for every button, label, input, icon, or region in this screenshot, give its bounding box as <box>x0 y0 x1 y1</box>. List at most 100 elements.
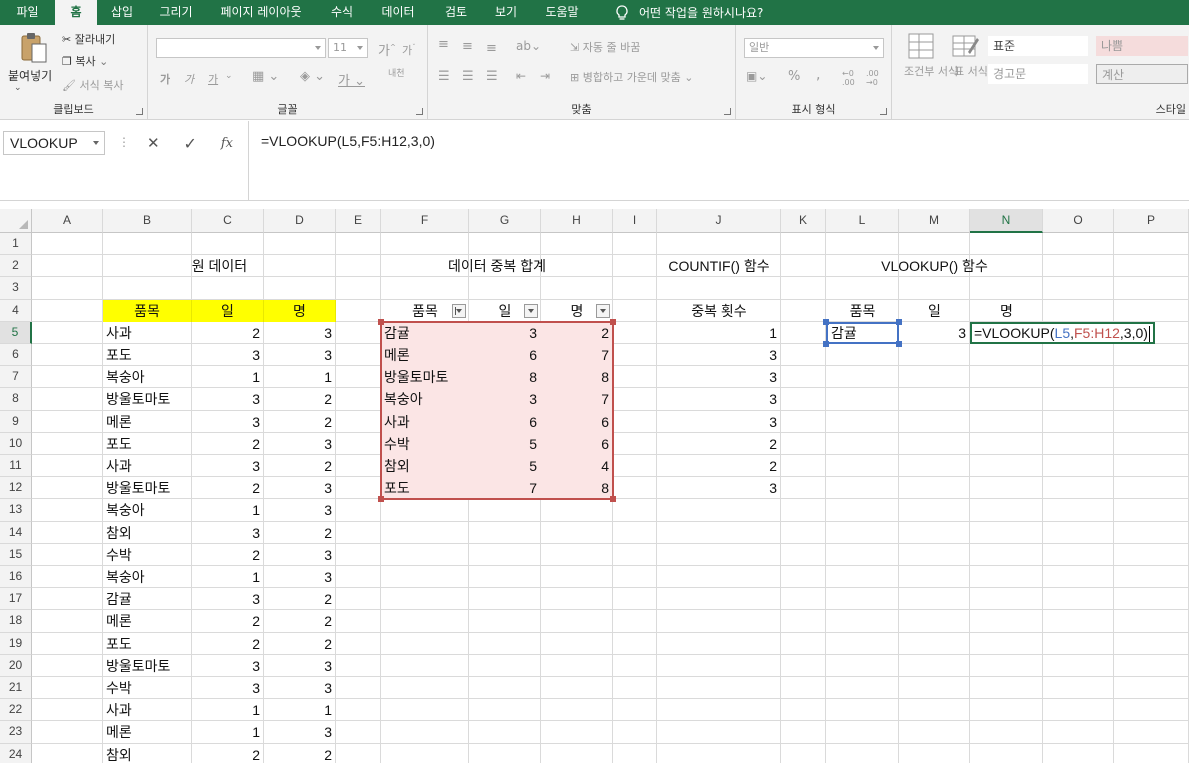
range-resize-handle[interactable] <box>610 496 616 503</box>
grid-cell[interactable] <box>32 366 103 389</box>
row-header-22[interactable]: 22 <box>0 699 32 722</box>
grid-cell[interactable] <box>541 743 613 763</box>
grid-cell[interactable] <box>781 521 826 544</box>
grid-cell[interactable] <box>381 233 469 256</box>
grid-cell[interactable] <box>613 499 657 522</box>
source-day[interactable]: 3 <box>192 522 264 544</box>
font-launcher-icon[interactable] <box>416 108 423 115</box>
grid-cell[interactable] <box>1114 566 1189 589</box>
grid-cell[interactable] <box>336 233 381 256</box>
grid-cell[interactable] <box>32 588 103 611</box>
source-people[interactable]: 3 <box>264 433 336 455</box>
source-people[interactable]: 3 <box>264 344 336 366</box>
grid-cell[interactable] <box>336 654 381 677</box>
grid-cell[interactable] <box>899 277 970 300</box>
grid-cell[interactable] <box>613 410 657 433</box>
grid-cell[interactable] <box>469 743 541 763</box>
grid-cell[interactable] <box>1043 277 1114 300</box>
grid-cell[interactable] <box>469 277 541 300</box>
source-day[interactable]: 2 <box>192 544 264 566</box>
summary-item[interactable]: 메론 <box>381 344 469 367</box>
grid-cell[interactable] <box>781 721 826 744</box>
summary-people[interactable]: 8 <box>541 477 613 500</box>
borders-icon[interactable]: ▦ ⌄ <box>252 69 279 84</box>
grid-cell[interactable] <box>970 699 1043 722</box>
lookup-header[interactable]: 일 <box>899 300 970 322</box>
grid-cell[interactable] <box>970 543 1043 566</box>
grid-cell[interactable] <box>1043 499 1114 522</box>
grid-cell[interactable] <box>970 344 1043 367</box>
grid-cell[interactable] <box>613 477 657 500</box>
source-people[interactable]: 3 <box>264 322 336 344</box>
source-header[interactable]: 일 <box>192 299 264 322</box>
grid-cell[interactable] <box>970 432 1043 455</box>
grid-cell[interactable] <box>781 499 826 522</box>
italic-button[interactable]: 가 <box>184 71 194 87</box>
tab-formulas[interactable]: 수식 <box>317 0 367 25</box>
row-header-11[interactable]: 11 <box>0 455 32 478</box>
grid-cell[interactable] <box>613 233 657 256</box>
title-countif[interactable]: COUNTIF() 함수 <box>657 255 781 277</box>
grid-cell[interactable] <box>541 632 613 655</box>
source-day[interactable]: 3 <box>192 588 264 610</box>
grid-cell[interactable] <box>899 543 970 566</box>
source-item[interactable]: 참외 <box>103 744 192 763</box>
grid-cell[interactable] <box>32 721 103 744</box>
source-item[interactable]: 사과 <box>103 699 192 721</box>
grid-cell[interactable] <box>1114 632 1189 655</box>
grid-cell[interactable] <box>899 366 970 389</box>
grid-cell[interactable] <box>613 654 657 677</box>
row-header-7[interactable]: 7 <box>0 366 32 389</box>
grid-cell[interactable] <box>657 499 781 522</box>
summary-people[interactable]: 4 <box>541 455 613 478</box>
grid-cell[interactable] <box>899 566 970 589</box>
ref-resize-handle[interactable] <box>823 341 829 347</box>
copy-button[interactable]: ❐ 복사 ⌄ <box>62 53 108 69</box>
conditional-formatting-button[interactable]: 조건부 서식 <box>904 65 958 79</box>
grid-cell[interactable] <box>781 432 826 455</box>
grid-cell[interactable] <box>1114 255 1189 278</box>
source-people[interactable]: 2 <box>264 588 336 610</box>
tab-draw[interactable]: 그리기 <box>147 0 205 25</box>
summary-day[interactable]: 6 <box>469 410 541 433</box>
column-header-F[interactable]: F <box>381 209 469 233</box>
grid-cell[interactable] <box>970 410 1043 433</box>
grid-cell[interactable] <box>613 455 657 478</box>
grid-cell[interactable] <box>657 233 781 256</box>
source-day[interactable]: 3 <box>192 677 264 699</box>
summary-day[interactable]: 3 <box>469 388 541 411</box>
row-header-3[interactable]: 3 <box>0 277 32 300</box>
align-bottom-icon[interactable]: ≡ <box>486 41 497 56</box>
grid-cell[interactable] <box>469 566 541 589</box>
grid-cell[interactable] <box>970 566 1043 589</box>
source-people[interactable]: 3 <box>264 677 336 699</box>
grid-cell[interactable] <box>381 654 469 677</box>
grid-cell[interactable] <box>899 410 970 433</box>
tab-page-layout[interactable]: 페이지 레이아웃 <box>205 0 317 25</box>
grid-cell[interactable] <box>1114 477 1189 500</box>
grid-cell[interactable] <box>1114 233 1189 256</box>
grid-cell[interactable] <box>613 388 657 411</box>
source-day[interactable]: 1 <box>192 699 264 721</box>
column-header-C[interactable]: C <box>192 209 264 233</box>
source-item[interactable]: 복숭아 <box>103 499 192 521</box>
grid-cell[interactable] <box>899 344 970 367</box>
paste-dropdown-icon[interactable]: ⌄ <box>14 83 22 93</box>
source-day[interactable]: 2 <box>192 633 264 655</box>
source-day[interactable]: 1 <box>192 566 264 588</box>
grid-cell[interactable] <box>613 566 657 589</box>
grid-cell[interactable] <box>336 566 381 589</box>
grid-cell[interactable] <box>657 588 781 611</box>
column-header-P[interactable]: P <box>1114 209 1189 233</box>
grid-cell[interactable] <box>781 366 826 389</box>
grid-cell[interactable] <box>781 610 826 633</box>
countif-value[interactable]: 3 <box>657 344 781 366</box>
source-people[interactable]: 2 <box>264 633 336 655</box>
grid-cell[interactable] <box>970 588 1043 611</box>
column-header-A[interactable]: A <box>32 209 103 233</box>
column-header-L[interactable]: L <box>826 209 899 233</box>
grid-cell[interactable] <box>541 521 613 544</box>
grid-cell[interactable] <box>826 588 899 611</box>
grid-cell[interactable] <box>899 699 970 722</box>
grid-cell[interactable] <box>613 677 657 700</box>
